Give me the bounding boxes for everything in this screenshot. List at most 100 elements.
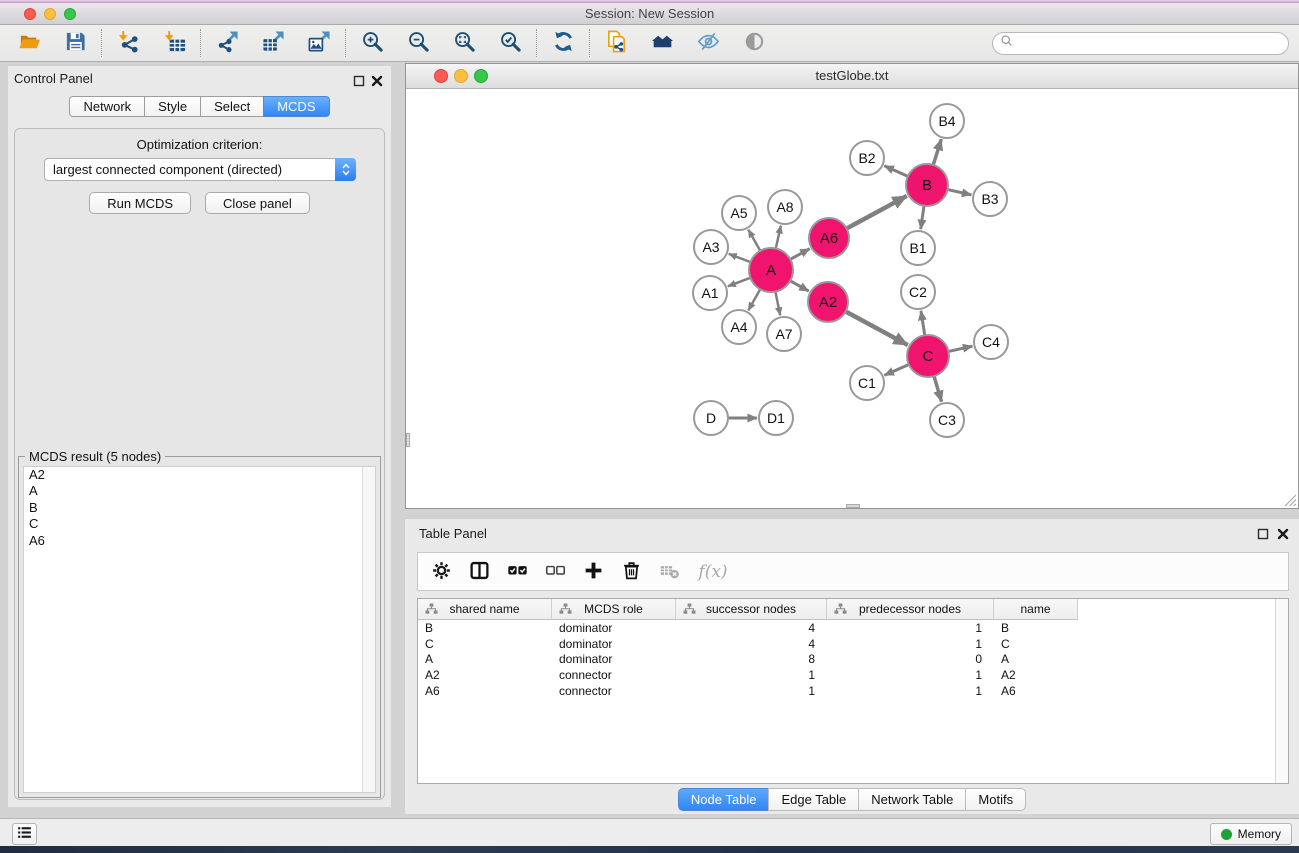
select-all-button[interactable] — [503, 558, 532, 585]
node-A4[interactable]: A4 — [722, 310, 756, 344]
zoom-in-icon — [361, 30, 384, 56]
node-A8[interactable]: A8 — [768, 190, 802, 224]
table-row[interactable]: A6connector11A6 — [418, 683, 1288, 699]
task-history-button[interactable] — [12, 823, 37, 845]
export-table-button[interactable] — [254, 28, 292, 58]
table-cell: 1 — [827, 637, 994, 651]
toolbar-separator — [589, 29, 590, 57]
open-session-button[interactable] — [10, 28, 48, 58]
minimize-window-button[interactable] — [44, 8, 56, 20]
save-session-button[interactable] — [56, 28, 94, 58]
node-A1[interactable]: A1 — [693, 276, 727, 310]
run-mcds-button[interactable]: Run MCDS — [89, 192, 191, 214]
search-box[interactable] — [992, 32, 1289, 55]
tab-motifs[interactable]: Motifs — [965, 788, 1026, 811]
show-panels-button[interactable] — [735, 28, 773, 58]
result-item[interactable]: A6 — [24, 533, 375, 549]
node-C3[interactable]: C3 — [930, 403, 964, 437]
float-table-panel-icon[interactable] — [1257, 528, 1269, 540]
zoom-selected-button[interactable] — [491, 28, 529, 58]
network-canvas[interactable]: B4 B2 B B3 A8 A5 A6 A3 B1 A A1 C2 A2 A4 A7 C4 C C1 C3 D D1 — [406, 89, 1298, 508]
delete-rows-button[interactable] — [617, 558, 646, 585]
duplicate-network-button[interactable] — [597, 28, 635, 58]
table-row[interactable]: Cdominator41C — [418, 636, 1288, 652]
columns-button[interactable] — [465, 558, 494, 585]
hide-panels-button[interactable] — [689, 28, 727, 58]
column-header-successor-nodes[interactable]: successor nodes — [676, 599, 827, 620]
import-table-button[interactable] — [155, 28, 193, 58]
network-window-titlebar[interactable]: testGlobe.txt — [406, 64, 1298, 89]
node-B1[interactable]: B1 — [901, 231, 935, 265]
import-network-button[interactable] — [109, 28, 147, 58]
zoom-window-button[interactable] — [64, 8, 76, 20]
deselect-all-button[interactable] — [541, 558, 570, 585]
tab-network-table[interactable]: Network Table — [858, 788, 966, 811]
add-row-button[interactable] — [579, 558, 608, 585]
column-header-predecessor-nodes[interactable]: predecessor nodes — [827, 599, 994, 620]
left-splitter-handle[interactable] — [406, 433, 410, 447]
table-row[interactable]: A2connector11A2 — [418, 667, 1288, 683]
close-panel-icon[interactable] — [371, 75, 383, 87]
criterion-dropdown[interactable]: largest connected component (directed) — [44, 158, 356, 181]
result-item[interactable]: A — [24, 483, 375, 499]
search-input[interactable] — [1018, 36, 1281, 50]
node-C4[interactable]: C4 — [974, 325, 1008, 359]
result-item[interactable]: C — [24, 516, 375, 532]
node-B2[interactable]: B2 — [850, 141, 884, 175]
result-item[interactable]: B — [24, 500, 375, 516]
node-A[interactable]: A — [749, 248, 793, 292]
node-C1[interactable]: C1 — [850, 366, 884, 400]
zoom-fit-button[interactable] — [445, 28, 483, 58]
result-scrollbar[interactable] — [362, 467, 375, 792]
zoom-in-button[interactable] — [353, 28, 391, 58]
node-B3[interactable]: B3 — [973, 182, 1007, 216]
export-image-button[interactable] — [300, 28, 338, 58]
gear-button[interactable] — [427, 558, 456, 585]
toolbar-group — [544, 28, 582, 58]
mcds-panel: Optimization criterion: largest connecte… — [14, 128, 385, 800]
node-A5[interactable]: A5 — [722, 196, 756, 230]
refresh-layout-button[interactable] — [544, 28, 582, 58]
node-A7[interactable]: A7 — [767, 317, 801, 351]
resize-grip-icon[interactable] — [1282, 492, 1297, 507]
float-panel-icon[interactable] — [353, 75, 365, 87]
zoom-out-button[interactable] — [399, 28, 437, 58]
close-table-panel-icon[interactable] — [1277, 528, 1289, 540]
node-B4[interactable]: B4 — [930, 104, 964, 138]
close-view-button[interactable] — [434, 69, 448, 83]
node-D[interactable]: D — [694, 401, 728, 435]
column-header-shared-name[interactable]: shared name — [418, 599, 552, 620]
tab-select[interactable]: Select — [200, 96, 264, 117]
table-row[interactable]: Bdominator41B — [418, 620, 1288, 636]
zoom-view-button[interactable] — [474, 69, 488, 83]
bottom-splitter-handle[interactable] — [846, 504, 860, 508]
node-A3[interactable]: A3 — [694, 230, 728, 264]
node-C[interactable]: C — [907, 335, 949, 377]
tab-node-table[interactable]: Node Table — [678, 788, 770, 811]
tab-style[interactable]: Style — [144, 96, 201, 117]
minimize-view-button[interactable] — [454, 69, 468, 83]
table-cell: dominator — [552, 637, 676, 651]
tab-network[interactable]: Network — [69, 96, 145, 117]
node-A6[interactable]: A6 — [809, 218, 849, 258]
table-scrollbar[interactable] — [1275, 599, 1288, 783]
table-row[interactable]: Adominator80A — [418, 652, 1288, 668]
home-layout-button[interactable] — [643, 28, 681, 58]
node-D1[interactable]: D1 — [759, 401, 793, 435]
node-A2[interactable]: A2 — [808, 282, 848, 322]
column-header-MCDS-role[interactable]: MCDS role — [552, 599, 676, 620]
svg-text:A8: A8 — [776, 199, 793, 215]
result-item[interactable]: A2 — [24, 467, 375, 483]
node-B[interactable]: B — [906, 164, 948, 206]
tab-mcds[interactable]: MCDS — [263, 96, 329, 117]
tab-edge-table[interactable]: Edge Table — [768, 788, 859, 811]
refresh-layout-icon — [552, 30, 575, 56]
close-window-button[interactable] — [24, 8, 36, 20]
node-C2[interactable]: C2 — [901, 275, 935, 309]
memory-button[interactable]: Memory — [1210, 823, 1292, 845]
mcds-result-list[interactable]: A2ABCA6 — [23, 466, 376, 793]
close-panel-button[interactable]: Close panel — [205, 192, 310, 214]
network-view-window: testGlobe.txt B4 B2 B B3 A8 A5 A6 A3 B1 A A1 C2 A2 A4… — [405, 63, 1299, 509]
export-network-button[interactable] — [208, 28, 246, 58]
column-header-name[interactable]: name — [994, 599, 1078, 620]
